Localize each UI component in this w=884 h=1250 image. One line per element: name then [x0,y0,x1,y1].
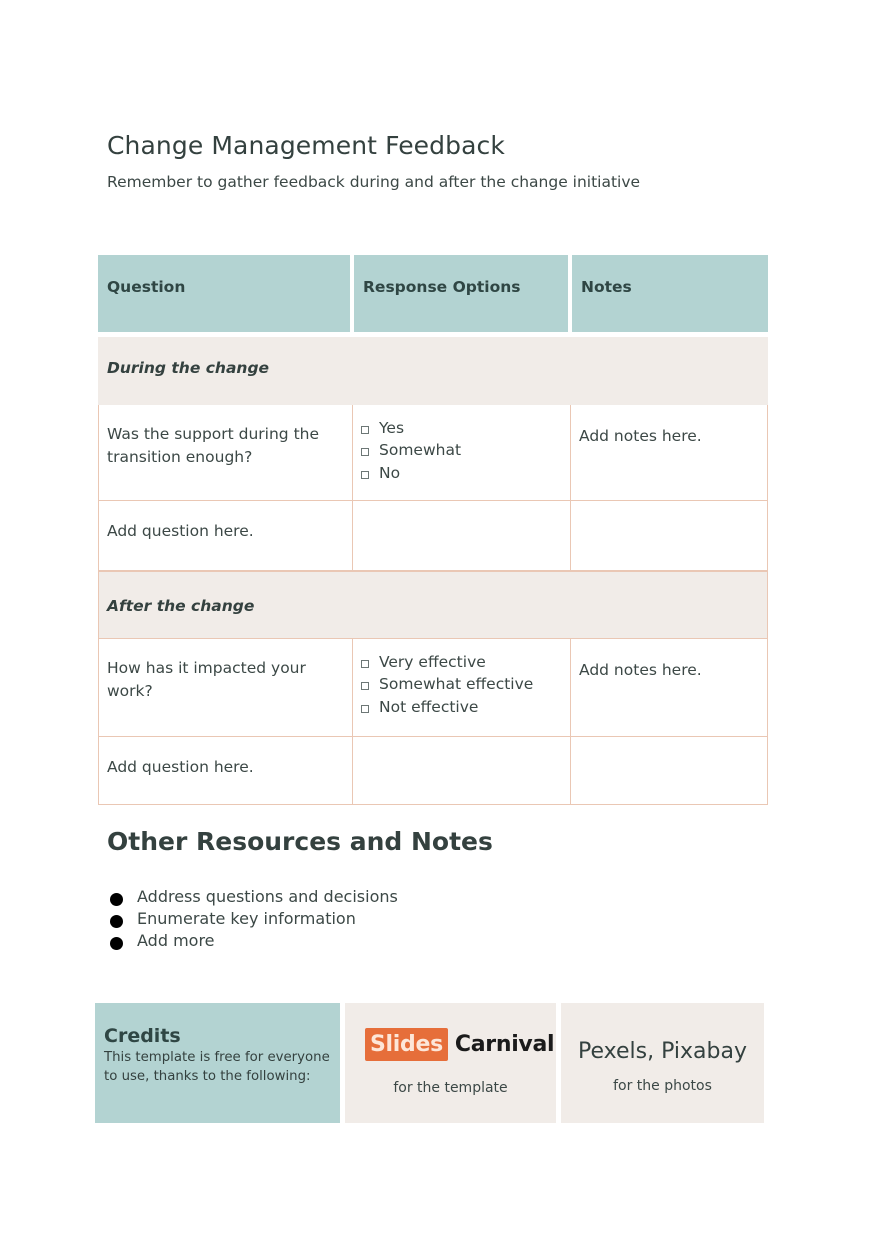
list-item: Add more [110,929,398,951]
logo-slides-text: Slides [365,1028,448,1061]
list-item-text: Address questions and decisions [137,886,398,906]
column-header-notes: Notes [572,255,768,332]
response-option-label: Not effective [379,697,479,716]
question-cell[interactable]: Add question here. [99,737,353,804]
column-header-question: Question [98,255,350,332]
response-option[interactable]: Very effective [361,651,570,674]
response-option-label: No [379,463,401,482]
list-item-text: Enumerate key information [137,908,356,928]
response-option[interactable]: Yes [361,417,570,440]
slidescarnival-caption: for the template [393,1080,508,1096]
response-option[interactable]: Not effective [361,696,570,719]
photos-credit[interactable]: Pexels, Pixabay for the photos [561,1003,764,1123]
response-option[interactable]: No [361,462,570,485]
photos-source-name[interactable]: Pexels, Pixabay [561,1039,764,1064]
credits-panel: Credits This template is free for everyo… [95,1003,340,1123]
page-title: Change Management Feedback [107,131,505,160]
response-option[interactable]: Somewhat [361,440,570,463]
response-options-cell: Very effective Somewhat effective Not ef… [353,639,571,736]
table-row: Add question here. [98,501,768,571]
response-options-cell[interactable] [353,501,571,570]
checkbox-icon[interactable] [361,425,369,434]
photos-caption: for the photos [613,1078,712,1094]
section-header-after: After the change [98,571,768,639]
logo-carnival-text: Carnival [454,1032,555,1057]
slidescarnival-logo[interactable]: Slides Carnival [365,1028,555,1061]
checkbox-icon[interactable] [361,659,369,668]
checkbox-icon[interactable] [361,682,369,691]
response-option-label: Somewhat effective [379,675,534,694]
credits-title: Credits [104,1025,181,1047]
page-subtitle: Remember to gather feedback during and a… [107,173,641,191]
notes-cell[interactable] [571,737,767,804]
notes-cell[interactable]: Add notes here. [571,639,767,736]
list-item: Enumerate key information [110,907,398,929]
bullet-icon [110,936,123,950]
response-option[interactable]: Somewhat effective [361,674,570,697]
notes-cell[interactable] [571,501,767,570]
bullet-icon [110,914,123,928]
response-option-label: Somewhat [379,441,462,460]
table-row: Add question here. [98,737,768,805]
table-row: How has it impacted your work? Very effe… [98,639,768,737]
table-header-row: Question Response Options Notes [98,255,768,332]
response-options-cell: Yes Somewhat No [353,405,571,500]
checkbox-icon[interactable] [361,704,369,713]
checkbox-icon[interactable] [361,448,369,457]
resources-title: Other Resources and Notes [107,827,493,856]
checkbox-icon[interactable] [361,470,369,479]
column-header-response-options: Response Options [354,255,568,332]
bullet-icon [110,892,123,906]
question-cell[interactable]: Add question here. [99,501,353,570]
slidescarnival-credit[interactable]: Slides Carnival for the template [345,1003,556,1123]
section-header-during: During the change [98,337,768,405]
notes-cell[interactable]: Add notes here. [571,405,767,500]
list-item: Address questions and decisions [110,885,398,907]
response-option-label: Very effective [379,652,486,671]
list-item-text: Add more [137,930,215,950]
question-cell[interactable]: Was the support during the transition en… [99,405,353,500]
question-cell[interactable]: How has it impacted your work? [99,639,353,736]
credits-text: This template is free for everyone to us… [104,1050,330,1084]
response-option-label: Yes [379,418,405,437]
response-options-cell[interactable] [353,737,571,804]
table-row: Was the support during the transition en… [98,405,768,501]
resources-list: Address questions and decisions Enumerat… [110,885,398,951]
